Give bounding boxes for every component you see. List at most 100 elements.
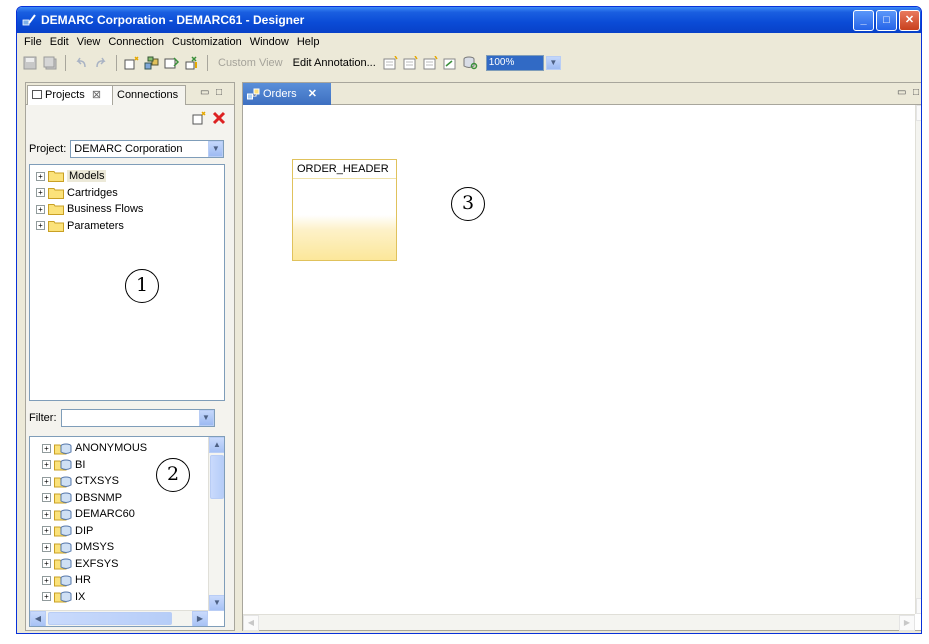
entity-order-header[interactable]: ORDER_HEADER — [292, 159, 397, 261]
compare-icon[interactable] — [183, 54, 201, 72]
schema-item[interactable]: + HR — [42, 572, 224, 589]
scroll-thumb[interactable] — [210, 455, 224, 499]
scroll-up-icon[interactable]: ▲ — [916, 105, 921, 121]
project-row: Project: DEMARC Corporation ▼ — [29, 140, 225, 158]
scroll-right-icon[interactable]: ▶ — [192, 611, 208, 626]
scroll-down-icon[interactable]: ▼ — [916, 598, 921, 614]
maximize-editor-icon[interactable]: □ — [913, 87, 919, 98]
add-relationship-icon[interactable] — [442, 54, 460, 72]
expand-icon[interactable]: + — [42, 443, 51, 453]
tree-item-business-flows[interactable]: + Business Flows — [36, 201, 224, 218]
minimize-editor-icon[interactable]: ▭ — [897, 87, 906, 98]
expand-icon[interactable]: + — [42, 526, 51, 536]
zoom-select[interactable]: 100% — [485, 55, 544, 71]
save-all-icon[interactable] — [41, 54, 59, 72]
expand-icon[interactable]: + — [36, 221, 45, 231]
database-search-icon[interactable] — [462, 54, 480, 72]
canvas-vscroll[interactable]: ▲ ▼ — [915, 105, 921, 614]
hscroll-thumb[interactable] — [48, 612, 172, 625]
scroll-left-icon[interactable]: ◀ — [30, 611, 46, 626]
edit-annotation-button[interactable]: Edit Annotation... — [289, 57, 380, 69]
close-tab-icon[interactable]: ⊠ — [92, 89, 101, 101]
scroll-down-icon[interactable]: ▼ — [209, 595, 224, 611]
tree-item-models[interactable]: + Models — [36, 168, 224, 185]
delete-project-icon[interactable] — [212, 111, 226, 128]
new-diagram-icon[interactable] — [143, 54, 161, 72]
schema-label: EXFSYS — [75, 557, 119, 570]
custom-view-button[interactable]: Custom View — [214, 57, 287, 69]
close-tab-icon[interactable]: ✕ — [308, 88, 317, 100]
schema-label: DBSNMP — [75, 491, 123, 504]
add-table-icon[interactable] — [422, 54, 440, 72]
diagram-canvas[interactable]: ORDER_HEADER 3 ▲ ▼ ◀ ▶ — [243, 105, 921, 631]
scroll-up-icon[interactable]: ▲ — [209, 437, 224, 453]
reverse-engineer-icon[interactable] — [163, 54, 181, 72]
schema-hscroll[interactable]: ◀ ▶ — [30, 610, 208, 626]
tab-orders[interactable]: Orders ✕ — [243, 83, 331, 105]
minimize-button[interactable]: _ — [853, 10, 874, 31]
menu-file[interactable]: File — [20, 36, 46, 48]
menu-help[interactable]: Help — [293, 36, 324, 48]
project-select[interactable]: DEMARC Corporation ▼ — [70, 140, 225, 158]
expand-icon[interactable]: + — [42, 542, 51, 552]
canvas-hscroll[interactable]: ◀ ▶ — [243, 614, 915, 631]
maximize-button[interactable]: □ — [876, 10, 897, 31]
add-entity-icon[interactable] — [382, 54, 400, 72]
add-view-icon[interactable] — [402, 54, 420, 72]
schema-item[interactable]: + BI — [42, 457, 224, 474]
expand-icon[interactable]: + — [42, 509, 51, 519]
menu-window[interactable]: Window — [246, 36, 293, 48]
tree-item-cartridges[interactable]: + Cartridges — [36, 185, 224, 202]
expand-icon[interactable]: + — [36, 171, 45, 181]
tab-connections[interactable]: Connections — [112, 85, 186, 105]
folder-icon — [48, 204, 64, 216]
schema-icon — [54, 558, 72, 570]
tab-projects[interactable]: Projects ⊠ — [27, 85, 113, 105]
menu-view[interactable]: View — [73, 36, 105, 48]
expand-icon[interactable]: + — [42, 575, 51, 585]
menu-customization[interactable]: Customization — [168, 36, 246, 48]
expand-icon[interactable]: + — [42, 559, 51, 569]
redo-icon[interactable] — [92, 54, 110, 72]
schema-tree: + ANONYMOUS + BI + CTXSYS + DBSNMP + DEMARC60 + DIP… — [29, 436, 225, 627]
app-window: DEMARC Corporation - DEMARC61 - Designer… — [16, 6, 922, 634]
scroll-left-icon[interactable]: ◀ — [243, 615, 259, 631]
schema-icon — [54, 476, 72, 488]
menu-connection[interactable]: Connection — [104, 36, 168, 48]
schema-item[interactable]: + DIP — [42, 523, 224, 540]
zoom-dropdown-icon[interactable]: ▼ — [545, 56, 561, 70]
tree-item-label: Models — [67, 170, 107, 183]
toolbar: Custom View Edit Annotation... 100% ▼ — [17, 51, 921, 75]
menu-edit[interactable]: Edit — [46, 36, 73, 48]
expand-icon[interactable]: + — [36, 204, 45, 214]
expand-icon[interactable]: + — [42, 476, 51, 486]
close-button[interactable]: ✕ — [899, 10, 920, 31]
new-model-icon[interactable] — [123, 54, 141, 72]
schema-item[interactable]: + ANONYMOUS — [42, 440, 224, 457]
expand-icon[interactable]: + — [42, 460, 51, 470]
project-label: Project: — [29, 143, 67, 155]
project-dropdown-icon[interactable]: ▼ — [208, 141, 224, 157]
schema-item[interactable]: + IX — [42, 589, 224, 606]
schema-item[interactable]: + DBSNMP — [42, 490, 224, 507]
maximize-view-icon[interactable]: □ — [216, 87, 222, 98]
minimize-view-icon[interactable]: ▭ — [200, 87, 209, 98]
schema-item[interactable]: + DEMARC60 — [42, 506, 224, 523]
schema-vscroll[interactable]: ▲ ▼ — [208, 437, 224, 611]
tab-orders-label: Orders — [263, 88, 297, 100]
folder-icon — [48, 187, 64, 199]
schema-item[interactable]: + CTXSYS — [42, 473, 224, 490]
filter-input[interactable]: ▼ — [60, 409, 215, 427]
expand-icon[interactable]: + — [42, 493, 51, 503]
window-title: DEMARC Corporation - DEMARC61 - Designer — [41, 13, 305, 27]
undo-icon[interactable] — [72, 54, 90, 72]
new-project-icon[interactable] — [192, 111, 206, 128]
save-icon[interactable] — [21, 54, 39, 72]
tree-item-parameters[interactable]: + Parameters — [36, 218, 224, 235]
schema-item[interactable]: + EXFSYS — [42, 556, 224, 573]
scroll-right-icon[interactable]: ▶ — [899, 615, 915, 631]
filter-dropdown-icon[interactable]: ▼ — [198, 410, 214, 426]
expand-icon[interactable]: + — [42, 592, 51, 602]
expand-icon[interactable]: + — [36, 188, 45, 198]
schema-item[interactable]: + DMSYS — [42, 539, 224, 556]
